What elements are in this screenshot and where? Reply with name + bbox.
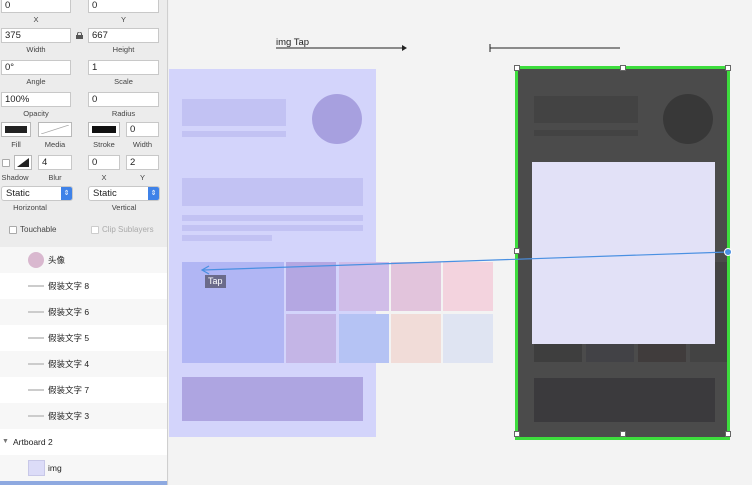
height-field[interactable]: 667: [88, 28, 159, 43]
layer-label: 假装文字 7: [48, 385, 90, 395]
horizontal-value: Static: [6, 188, 30, 199]
shadow-y-field[interactable]: 2: [126, 155, 159, 170]
select-arrows-icon: ⇕: [61, 187, 72, 200]
shadow-color-icon: [17, 158, 29, 167]
layer-item[interactable]: 假装文字 6: [0, 299, 167, 325]
layer-label: 假装文字 5: [48, 333, 90, 343]
scale-label: Scale: [114, 77, 133, 86]
x-field[interactable]: 0: [1, 0, 71, 13]
layer-item[interactable]: 假装文字 8: [0, 273, 167, 299]
width-field[interactable]: 375: [1, 28, 71, 43]
link-arrow-icon: [200, 251, 729, 275]
y-label: Y: [120, 15, 126, 24]
opacity-field[interactable]: 100%: [1, 92, 71, 107]
layer-label: 假装文字 4: [48, 359, 90, 369]
layers-list: 头像 假装文字 8 假装文字 6 假装文字 5 假装文字 4 假装文字 7 假装…: [0, 247, 167, 485]
shadow-y-label: Y: [139, 173, 145, 182]
horizontal-select[interactable]: Static ⇕: [1, 186, 73, 201]
radius-label: Radius: [111, 109, 136, 118]
shadow-swatch[interactable]: [14, 155, 32, 170]
shadow-checkbox[interactable]: [2, 159, 10, 167]
layer-item[interactable]: img: [0, 455, 167, 481]
scale-field[interactable]: 1: [88, 60, 159, 75]
fill-color: [5, 126, 27, 133]
avatar-circle-icon: [28, 252, 44, 268]
image-thumbnail-icon: [28, 460, 45, 476]
shadow-x-label: X: [101, 173, 107, 182]
inspector-panel: 0 0 X Y 375 667 Width Height 0° 1 Angle …: [0, 0, 168, 485]
vertical-label: Vertical: [111, 203, 137, 212]
touchable-label: Touchable: [20, 225, 57, 234]
layer-item[interactable]: 假装文字 4: [0, 351, 167, 377]
x-label: X: [33, 15, 39, 24]
layer-item[interactable]: 假装文字 3: [0, 403, 167, 429]
text-layer-icon: [28, 285, 44, 287]
stroke-width-field[interactable]: 0: [126, 122, 159, 137]
blur-label: Blur: [48, 173, 62, 182]
selected-layer-strip[interactable]: [0, 481, 167, 485]
layer-label: 假装文字 8: [48, 281, 90, 291]
vertical-value: Static: [93, 188, 117, 199]
y-field[interactable]: 0: [88, 0, 159, 13]
clip-sublayers-label: Clip Sublayers: [102, 225, 154, 234]
media-placeholder-icon: [41, 125, 69, 134]
stroke-label: Stroke: [93, 140, 115, 149]
layer-label: 假装文字 3: [48, 411, 90, 421]
select-arrows-icon: ⇕: [148, 187, 159, 200]
shadow-label: Shadow: [1, 173, 29, 182]
height-label: Height: [112, 45, 135, 54]
layer-item[interactable]: 假装文字 7: [0, 377, 167, 403]
stroke-color: [92, 126, 116, 133]
text-layer-icon: [28, 389, 44, 391]
clip-sublayers-checkbox[interactable]: [91, 226, 99, 234]
layer-label: img: [48, 463, 62, 473]
shadow-x-field[interactable]: 0: [88, 155, 120, 170]
vertical-select[interactable]: Static ⇕: [88, 186, 160, 201]
stroke-width-label: Width: [132, 140, 153, 149]
opacity-label: Opacity: [23, 109, 49, 118]
text-layer-icon: [28, 311, 44, 313]
fill-swatch[interactable]: [1, 122, 31, 137]
tap-tooltip: Tap: [205, 275, 226, 288]
layer-label: 头像: [48, 255, 66, 265]
disclosure-triangle-icon[interactable]: ▼: [2, 429, 9, 455]
stroke-swatch[interactable]: [88, 122, 120, 137]
angle-field[interactable]: 0°: [1, 60, 71, 75]
layer-item[interactable]: 假装文字 5: [0, 325, 167, 351]
touchable-checkbox[interactable]: [9, 226, 17, 234]
layer-item-artboard[interactable]: ▼ Artboard 2: [0, 429, 167, 455]
media-label: Media: [44, 140, 66, 149]
canvas[interactable]: img Tap Tap: [169, 0, 752, 485]
horizontal-label: Horizontal: [13, 203, 47, 212]
angle-label: Angle: [26, 77, 46, 86]
layer-label: 假装文字 6: [48, 307, 90, 317]
width-label: Width: [26, 45, 46, 54]
blur-field[interactable]: 4: [38, 155, 72, 170]
lock-icon[interactable]: [76, 31, 83, 39]
text-layer-icon: [28, 415, 44, 417]
text-layer-icon: [28, 337, 44, 339]
radius-field[interactable]: 0: [88, 92, 159, 107]
layer-item[interactable]: 头像: [0, 247, 167, 273]
fill-label: Fill: [11, 140, 21, 149]
link-endpoint-dot[interactable]: [724, 248, 732, 256]
text-layer-icon: [28, 363, 44, 365]
media-swatch[interactable]: [38, 122, 72, 137]
layer-label: Artboard 2: [13, 437, 53, 447]
